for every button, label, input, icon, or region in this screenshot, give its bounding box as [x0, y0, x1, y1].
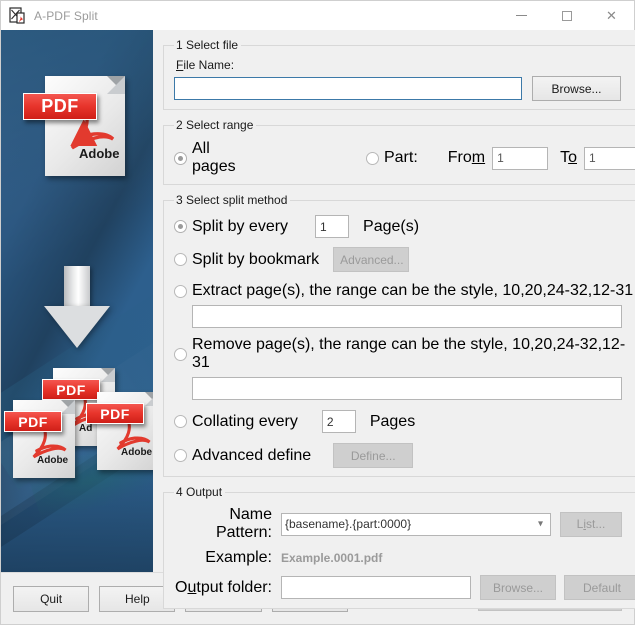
result-pdf-brand-1: Ad	[79, 423, 93, 434]
settings-form: 1 Select file File Name: Browse... 2 Sel…	[153, 30, 635, 609]
file-name-input[interactable]	[174, 77, 522, 100]
radio-split-by-bookmark-label: Split by bookmark	[192, 250, 320, 268]
select-file-legend: 1 Select file	[176, 38, 239, 52]
radio-advanced-define[interactable]: Advanced define	[174, 447, 311, 465]
result-pdf-badge-3: PDF	[4, 411, 62, 432]
radio-collating-every-label: Collating every	[192, 412, 298, 430]
app-window: A-PDF Split ✕ ▲ Adobe PDF Ad PDF Adobe P…	[0, 0, 635, 625]
radio-collating-every[interactable]: Collating every	[174, 413, 298, 431]
radio-advanced-define-label: Advanced define	[192, 446, 312, 464]
radio-remove-pages[interactable]: Remove page(s), the range can be the sty…	[174, 336, 635, 372]
result-pdf-badge-1: PDF	[42, 379, 100, 400]
name-pattern-label: Name Pattern:	[215, 506, 272, 541]
browse-output-folder-button[interactable]: Browse...	[480, 575, 556, 600]
to-page-input[interactable]	[584, 146, 635, 170]
collating-every-input[interactable]	[321, 410, 356, 433]
output-folder-input[interactable]	[281, 576, 471, 599]
down-arrow-icon	[37, 266, 117, 356]
maximize-icon[interactable]	[544, 1, 589, 30]
radio-split-by-bookmark-icon[interactable]	[174, 253, 187, 266]
radio-extract-pages-label: Extract page(s), the range can be the st…	[192, 282, 634, 299]
source-pdf-brand: Adobe	[79, 146, 120, 161]
split-method-legend: 3 Select split method	[176, 193, 288, 207]
radio-remove-pages-icon[interactable]	[174, 347, 187, 361]
radio-part-icon[interactable]	[365, 151, 379, 165]
window-title: A-PDF Split	[34, 8, 98, 23]
radio-remove-pages-label: Remove page(s), the range can be the sty…	[192, 336, 626, 371]
result-pdf-brand-2: Adobe	[121, 447, 153, 458]
radio-split-by-bookmark[interactable]: Split by bookmark	[174, 251, 319, 269]
extract-pages-input[interactable]	[192, 305, 622, 328]
select-range-group: 2 Select range All pages Part: From To	[163, 118, 635, 185]
example-value: Example.0001.pdf	[281, 551, 383, 565]
result-pdf-icon-3: Adobe PDF	[4, 400, 75, 478]
close-icon[interactable]: ✕	[589, 1, 634, 30]
collating-unit-label: Pages	[369, 412, 416, 430]
example-label: Example:	[205, 549, 272, 566]
minimize-icon[interactable]	[499, 1, 544, 30]
to-label: To	[560, 149, 577, 166]
split-every-unit-label: Page(s)	[363, 217, 420, 235]
window-body: ▲ Adobe PDF Ad PDF Adobe PDF Adobe PDF 1…	[1, 30, 635, 609]
radio-advanced-define-icon[interactable]	[174, 449, 187, 462]
radio-split-by-every[interactable]: Split by every	[174, 218, 288, 236]
radio-extract-pages-icon[interactable]	[174, 284, 187, 298]
radio-all-pages-label: All pages	[192, 140, 236, 175]
result-pdf-icon-2: Adobe PDF	[86, 392, 153, 470]
list-button[interactable]: List...	[560, 511, 622, 537]
browse-file-button[interactable]: Browse...	[532, 76, 621, 101]
result-pdf-brand-3: Adobe	[37, 455, 69, 466]
radio-split-by-every-icon[interactable]	[174, 220, 187, 233]
output-group: 4 Output Name Pattern: {basename}.{part:…	[163, 485, 635, 609]
select-range-legend: 2 Select range	[176, 118, 254, 132]
output-legend: 4 Output	[176, 485, 223, 499]
advanced-bookmark-button[interactable]: Advanced...	[333, 247, 410, 272]
title-bar: A-PDF Split ✕	[1, 1, 634, 30]
radio-all-pages[interactable]: All pages	[174, 140, 256, 176]
source-pdf-badge: PDF	[23, 93, 97, 120]
name-pattern-combo-wrap[interactable]: {basename}.{part:0000} ▾	[281, 512, 551, 536]
radio-all-pages-icon[interactable]	[174, 151, 187, 165]
define-button[interactable]: Define...	[333, 443, 414, 468]
select-file-group: 1 Select file File Name: Browse...	[163, 38, 635, 110]
source-pdf-icon: ▲ Adobe PDF	[23, 76, 125, 176]
pdf-split-app-icon	[9, 6, 27, 25]
result-pdf-badge-2: PDF	[86, 403, 144, 424]
from-label: From	[447, 149, 486, 166]
name-pattern-select[interactable]: {basename}.{part:0000}	[281, 512, 551, 536]
split-every-input[interactable]	[315, 215, 350, 238]
window-controls: ✕	[499, 1, 634, 30]
remove-pages-input[interactable]	[192, 377, 622, 400]
radio-part-label: Part:	[383, 149, 418, 166]
sidebar-illustration: ▲ Adobe PDF Ad PDF Adobe PDF Adobe PDF	[1, 30, 153, 572]
radio-split-by-every-label: Split by every	[192, 217, 289, 235]
split-method-group: 3 Select split method Split by every Pag…	[163, 193, 635, 477]
output-folder-label: Output folder:	[175, 578, 272, 596]
file-name-label-rest: ile Name:	[183, 58, 235, 72]
file-name-label: File Name:	[176, 58, 635, 72]
from-page-input[interactable]	[492, 146, 549, 170]
radio-extract-pages[interactable]: Extract page(s), the range can be the st…	[174, 282, 633, 300]
default-output-folder-button[interactable]: Default	[564, 575, 635, 600]
radio-collating-every-icon[interactable]	[174, 415, 187, 428]
quit-button[interactable]: Quit	[13, 585, 90, 612]
radio-part[interactable]: Part:	[365, 149, 418, 167]
